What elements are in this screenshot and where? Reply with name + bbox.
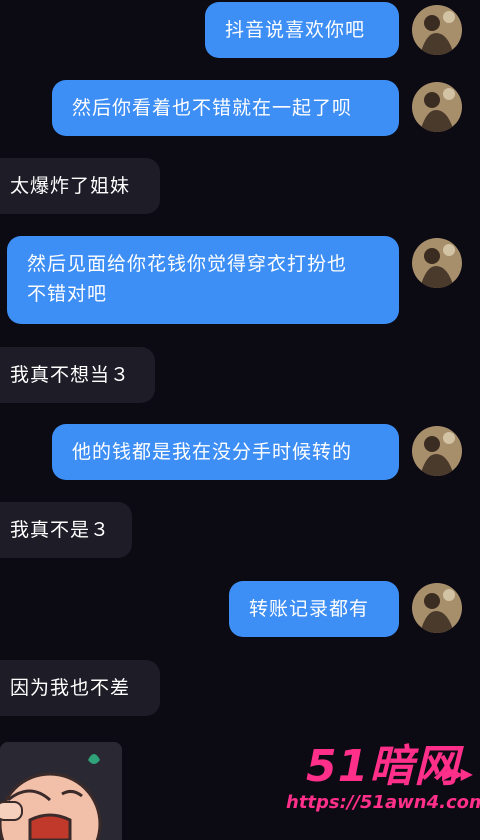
user-avatar[interactable] [412,583,462,633]
avatar-photo-icon [412,583,462,633]
watermark-logo: 51暗网 [306,741,460,792]
message-bubble-outgoing[interactable]: 然后见面给你花钱你觉得穿衣打扮也 不错对吧 [7,236,399,324]
message-bubble-incoming[interactable]: 我真不想当３ [0,347,155,403]
message-bubble-incoming[interactable]: 因为我也不差 [0,660,160,716]
message-bubble-outgoing[interactable]: 他的钱都是我在没分手时候转的 [52,424,399,480]
message-bubble-incoming[interactable]: 我真不是３ [0,502,132,558]
watermark-url: https://51awn4.com [286,792,480,813]
avatar-photo-icon [412,82,462,132]
message-bubble-outgoing[interactable]: 抖音说喜欢你吧 [205,2,399,58]
avatar-photo-icon [412,426,462,476]
avatar-photo-icon [412,5,462,55]
user-avatar[interactable] [412,82,462,132]
chat-thread: 抖音说喜欢你吧 然后你看着也不错就在一起了呗 太爆炸了姐妹 然后见面给你花钱你觉… [0,0,480,840]
user-avatar[interactable] [412,5,462,55]
user-avatar[interactable] [412,238,462,288]
message-bubble-outgoing[interactable]: 转账记录都有 [229,581,399,637]
user-avatar[interactable] [412,426,462,476]
message-bubble-incoming[interactable]: 太爆炸了姐妹 [0,158,160,214]
site-watermark: 51暗网 ▶▶▶ https://51awn4.com [276,730,480,836]
message-bubble-outgoing[interactable]: 然后你看着也不错就在一起了呗 [52,80,399,136]
sticker-message[interactable] [0,742,122,840]
watermark-arrows-icon: ▶▶▶ [442,764,473,783]
crying-face-sticker-icon [0,754,102,840]
avatar-photo-icon [412,238,462,288]
